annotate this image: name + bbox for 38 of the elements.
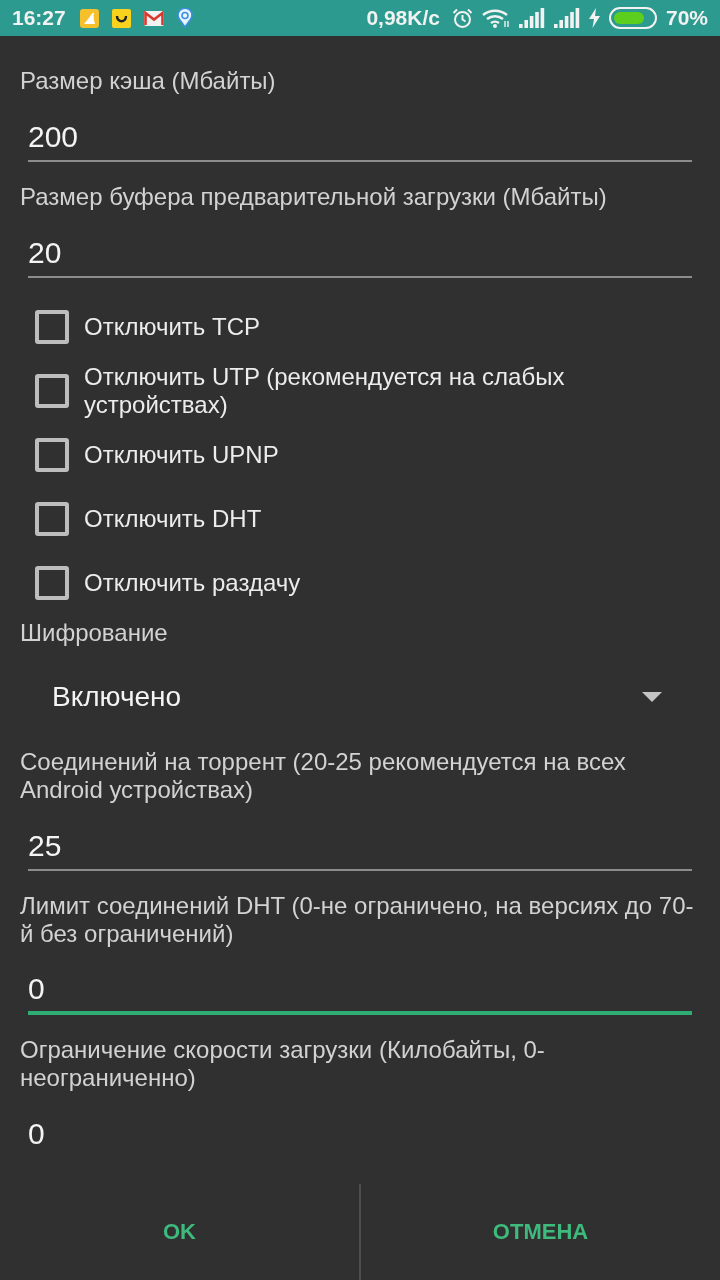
checkbox[interactable] [35, 566, 69, 600]
checkbox-label[interactable]: Отключить раздачу [84, 569, 301, 597]
field-label: Размер кэша (Мбайты) [20, 67, 277, 95]
field-label: Шифрование [20, 619, 169, 647]
location-pin-icon [176, 8, 193, 28]
input-field[interactable]: 20 [28, 226, 692, 278]
battery-percent: 70% [665, 6, 708, 30]
input-field[interactable]: 25 [28, 819, 692, 871]
checkbox-label[interactable]: Отключить TCP [84, 313, 260, 341]
caret-icon [642, 692, 662, 702]
dropdown[interactable]: Включено [20, 655, 700, 739]
input-field[interactable]: 0 [28, 963, 692, 1015]
checkbox-label[interactable]: Отключить UTP (рекомендуется на слабых устройствах) [84, 363, 700, 419]
dialog-button[interactable]: OK [0, 1184, 359, 1280]
field-label: Размер буфера предварительной загрузки (Мбайты) [20, 183, 608, 211]
field-label: Лимит соединений DHT (0-не ограничено, на версиях до 70-й без ограничений) [20, 892, 695, 948]
signal-icon [553, 8, 580, 28]
battery-icon [608, 7, 657, 29]
signal-icon [518, 8, 545, 28]
input-field[interactable]: 0 [28, 1107, 692, 1156]
smile-tile-icon [111, 8, 131, 28]
field-label: Соединений на торрент (20-25 рекомендуется на всех Android устройствах) [20, 748, 627, 804]
dialog-button[interactable]: ОТМЕНА [361, 1184, 720, 1280]
checkbox[interactable] [35, 502, 69, 536]
wifi-icon [481, 8, 510, 28]
checkbox[interactable] [35, 438, 69, 472]
field-label: Ограничение скорости загрузки (Килобайты, 0-неограниченно) [20, 1036, 546, 1092]
envelope-icon [143, 10, 164, 26]
checkbox-label[interactable]: Отключить DHT [84, 505, 262, 533]
checkbox[interactable] [35, 374, 69, 408]
input-field[interactable]: 200 [28, 110, 692, 162]
status-time: 16:27 [12, 6, 66, 30]
network-speed: 0,98K/c [366, 6, 440, 30]
checkbox-label[interactable]: Отключить UPNP [84, 441, 279, 469]
sail-tile-icon [79, 8, 99, 28]
alarm-clock-icon [451, 7, 473, 29]
checkbox[interactable] [35, 310, 69, 344]
charging-bolt-icon [588, 8, 600, 28]
